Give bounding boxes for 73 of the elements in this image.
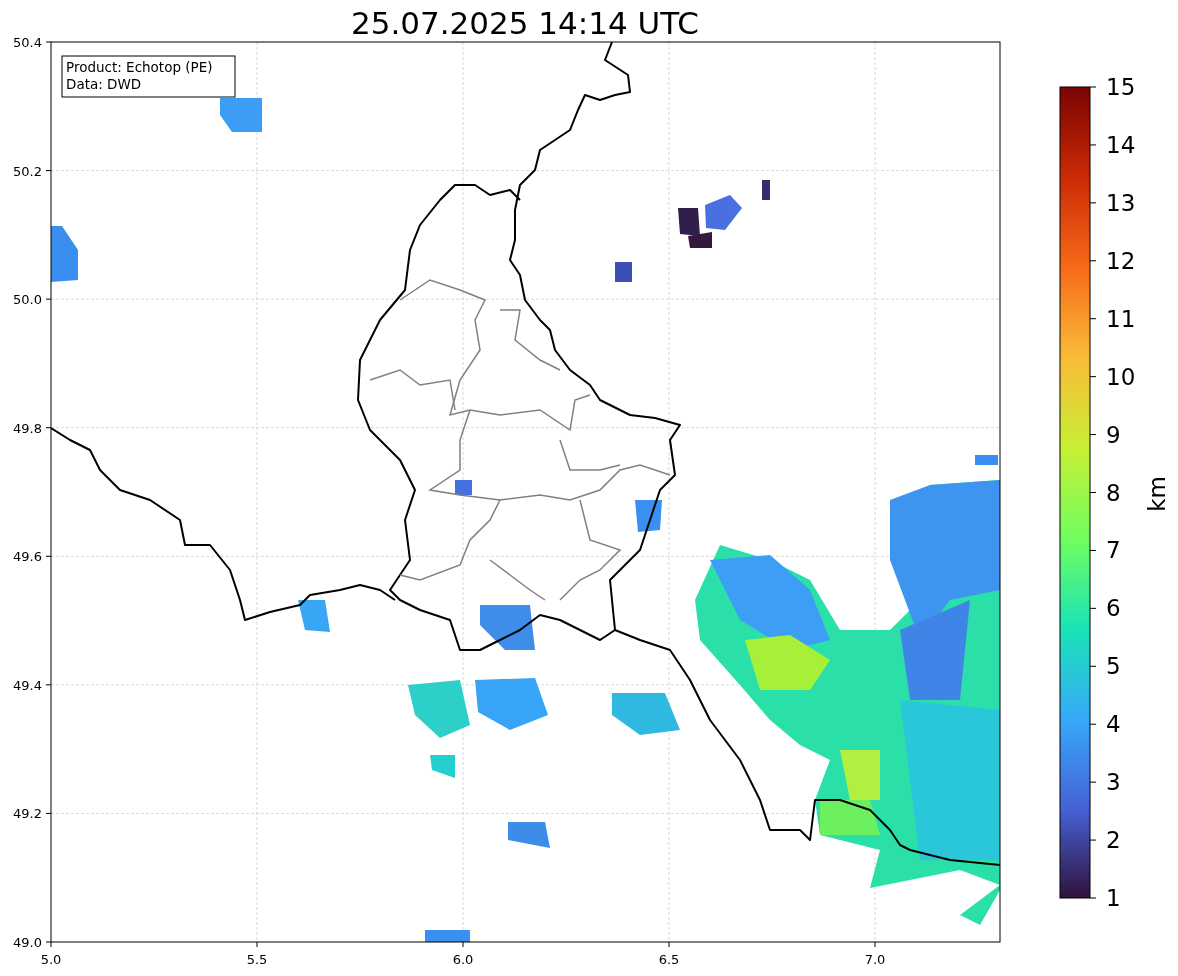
colorbar-tick-label: 8	[1106, 479, 1121, 506]
tick-mark	[1089, 839, 1097, 841]
tick-mark	[1089, 434, 1097, 436]
tick-mark	[45, 298, 52, 300]
y-tick-label: 50.4	[13, 35, 42, 50]
y-tick-label: 50.2	[13, 163, 42, 179]
radar-echo-area	[705, 195, 742, 230]
radar-echo-area	[615, 262, 632, 282]
tick-mark	[45, 555, 52, 557]
chart-title: 25.07.2025 14:14 UTC	[351, 5, 699, 41]
tick-mark	[45, 170, 52, 172]
radar-echo-area	[430, 755, 455, 778]
x-tick-label: 5.5	[246, 952, 268, 967]
radar-echo-area	[220, 98, 262, 132]
colorbar-tick-label: 9	[1106, 421, 1121, 448]
radar-echo-area	[455, 480, 472, 495]
tick-mark	[1089, 607, 1097, 609]
y-tick-label: 50.0	[13, 292, 42, 308]
x-tick-label: 5.0	[40, 952, 62, 967]
radar-echo-area	[480, 605, 535, 650]
radar-echo-area	[51, 226, 78, 282]
colorbar-tick-label: 4	[1106, 711, 1121, 738]
colorbar-tick-label: 11	[1106, 305, 1136, 332]
colorbar-tick-label: 6	[1106, 595, 1121, 622]
x-tick-label: 6.5	[658, 952, 680, 967]
info-text: Product: Echotop (PE)	[66, 59, 213, 75]
colorbar-tick-label: 2	[1106, 827, 1121, 854]
colorbar-tick-label: 1	[1106, 885, 1121, 911]
tick-mark	[1089, 202, 1097, 204]
colorbar-tick-label: 7	[1106, 537, 1121, 564]
tick-mark	[462, 941, 464, 948]
tick-mark	[1089, 144, 1097, 146]
radar-echo-area	[408, 680, 470, 738]
tick-mark	[1089, 781, 1097, 783]
tick-mark	[668, 941, 670, 948]
colorbar-tick-label: 5	[1106, 653, 1121, 680]
radar-echo-area	[508, 822, 550, 848]
radar-echo-area	[635, 500, 662, 532]
colorbar-tick-label: 14	[1106, 131, 1136, 158]
tick-mark	[1089, 665, 1097, 667]
tick-mark	[1089, 549, 1097, 551]
y-tick-label: 49.4	[13, 677, 42, 693]
tick-mark	[1089, 897, 1097, 899]
y-tick-label: 49.8	[13, 420, 42, 436]
radar-echo-area	[762, 180, 770, 200]
y-tick-label: 49.6	[13, 549, 42, 565]
radar-echo-area	[425, 930, 470, 942]
info-text: Data: DWD	[66, 76, 142, 92]
radar-echo-area	[298, 600, 330, 632]
colorbar-tick-label: 13	[1106, 189, 1136, 216]
radar-echo-area	[612, 693, 680, 735]
tick-mark	[874, 941, 876, 948]
tick-mark	[256, 941, 258, 948]
tick-mark	[45, 41, 52, 43]
radar-echo-area	[975, 455, 998, 465]
tick-mark	[45, 684, 52, 686]
tick-mark	[45, 427, 52, 429]
colorbar-tick-label: 15	[1106, 74, 1136, 100]
x-tick-label: 6.0	[452, 952, 474, 967]
tick-mark	[1089, 723, 1097, 725]
y-tick-label: 49.2	[13, 806, 42, 822]
tick-mark	[1089, 492, 1097, 493]
tick-mark	[45, 812, 52, 814]
tick-mark	[1089, 376, 1097, 378]
colorbar-tick-label: 10	[1106, 363, 1136, 390]
tick-mark	[1089, 318, 1097, 320]
tick-mark	[1089, 260, 1097, 262]
y-tick-label: 49.0	[13, 935, 42, 950]
tick-mark	[1089, 86, 1097, 88]
colorbar-tick-label: 3	[1106, 769, 1121, 796]
colorbar-tick-label: 12	[1106, 247, 1136, 274]
x-tick-label: 7.0	[864, 952, 886, 967]
colorbar-label: km	[1144, 476, 1170, 512]
